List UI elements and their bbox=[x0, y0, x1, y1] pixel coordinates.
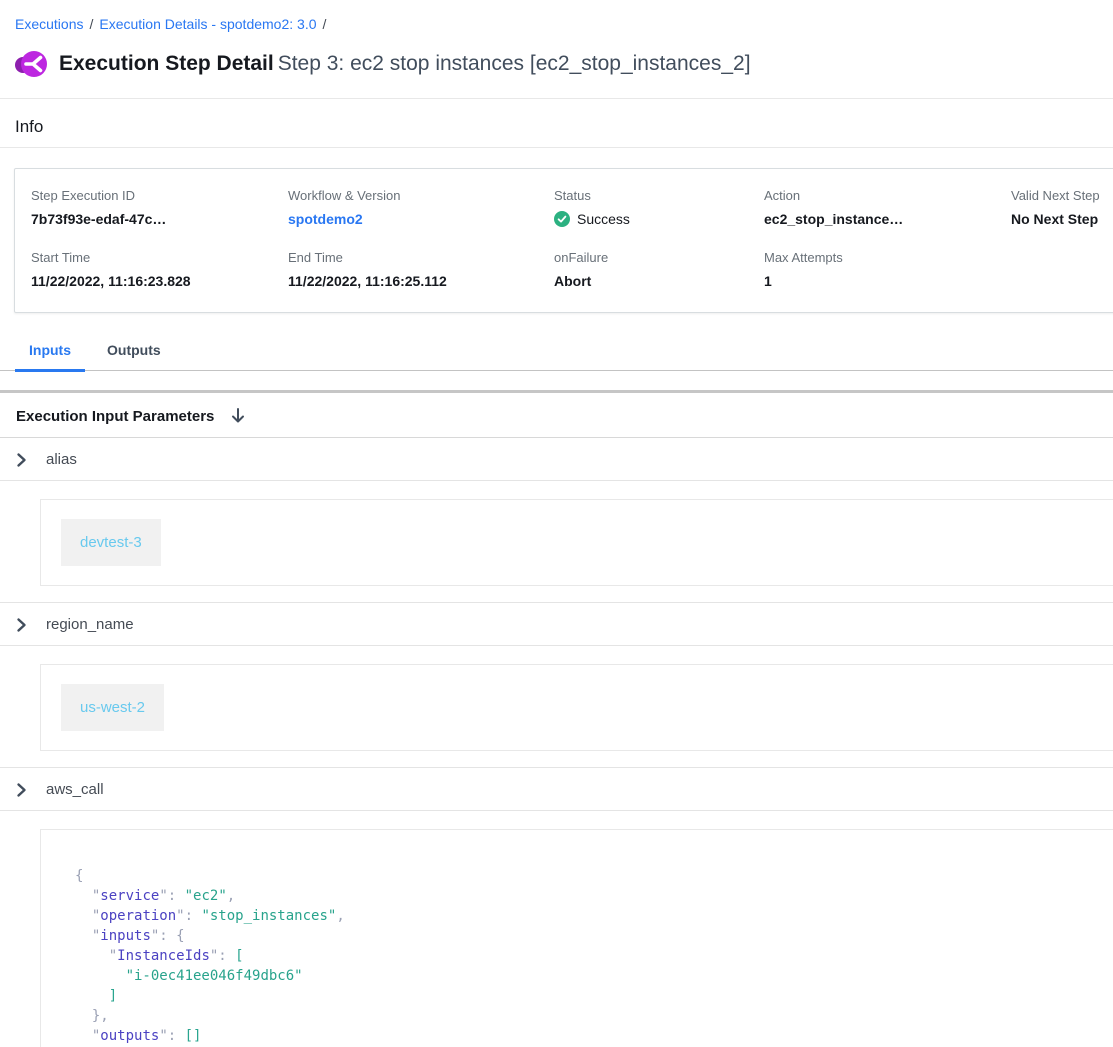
field-label: Step Execution ID bbox=[31, 188, 288, 203]
info-field-max-attempts: Max Attempts 1 bbox=[764, 250, 1011, 289]
section-label: alias bbox=[46, 451, 77, 468]
success-check-icon bbox=[554, 211, 570, 227]
field-value: ec2_stop_instance… bbox=[764, 211, 1011, 227]
page-header: Execution Step DetailStep 3: ec2 stop in… bbox=[14, 47, 1113, 81]
info-field-status: Status Success bbox=[554, 188, 764, 229]
value-chip: devtest-3 bbox=[61, 519, 161, 566]
field-label: End Time bbox=[288, 250, 554, 265]
workflow-app-logo-icon bbox=[14, 47, 48, 81]
info-field-valid-next-step: Valid Next Step No Next Step bbox=[1011, 188, 1113, 229]
breadcrumb: Executions / Execution Details - spotdemo2… bbox=[0, 0, 1113, 32]
field-value: No Next Step bbox=[1011, 211, 1113, 227]
field-value: Abort bbox=[554, 273, 764, 289]
breadcrumb-link-execution-details[interactable]: Execution Details - spotdemo2: 3.0 bbox=[99, 16, 316, 32]
field-label: Start Time bbox=[31, 250, 288, 265]
header-divider bbox=[0, 98, 1113, 99]
info-field-start-time: Start Time 11/22/2022, 11:16:23.828 bbox=[31, 250, 288, 289]
section-label: region_name bbox=[46, 616, 134, 633]
section-label: aws_call bbox=[46, 781, 104, 798]
collapse-down-arrow-icon[interactable] bbox=[230, 407, 246, 425]
status-text: Success bbox=[577, 211, 630, 227]
tab-inputs[interactable]: Inputs bbox=[15, 342, 85, 372]
section-region-name: region_name us-west-2 bbox=[0, 602, 1113, 751]
info-section: Info Step Execution ID 7b73f93e-edaf-47c… bbox=[0, 117, 1113, 313]
value-chip: us-west-2 bbox=[61, 684, 164, 731]
workflow-link[interactable]: spotdemo2 bbox=[288, 211, 363, 227]
field-value: 11/22/2022, 11:16:23.828 bbox=[31, 273, 288, 289]
breadcrumb-link-executions[interactable]: Executions bbox=[15, 16, 83, 32]
section-alias: alias devtest-3 bbox=[0, 438, 1113, 586]
field-label: Max Attempts bbox=[764, 250, 1011, 265]
info-field-end-time: End Time 11/22/2022, 11:16:25.112 bbox=[288, 250, 554, 289]
chevron-right-icon bbox=[16, 452, 27, 468]
info-field-empty bbox=[1011, 250, 1113, 289]
field-value: 11/22/2022, 11:16:25.112 bbox=[288, 273, 554, 289]
section-card-region-name: us-west-2 bbox=[40, 664, 1113, 751]
tab-bar: Inputs Outputs bbox=[0, 342, 1113, 371]
section-aws-call: aws_call { "service": "ec2", "operation"… bbox=[0, 767, 1113, 1047]
section-card-aws-call: { "service": "ec2", "operation": "stop_i… bbox=[40, 829, 1113, 1047]
field-label: onFailure bbox=[554, 250, 764, 265]
execution-input-parameters-header: Execution Input Parameters bbox=[0, 393, 1113, 438]
section-header-alias[interactable]: alias bbox=[0, 438, 1113, 481]
execution-step-detail-page: Executions / Execution Details - spotdemo2… bbox=[0, 0, 1113, 1047]
json-code: { "service": "ec2", "operation": "stop_i… bbox=[75, 866, 1113, 1047]
page-title-subtitle: Step 3: ec2 stop instances [ec2_stop_ins… bbox=[278, 52, 751, 75]
breadcrumb-separator: / bbox=[89, 16, 93, 32]
section-header-aws-call[interactable]: aws_call bbox=[0, 767, 1113, 811]
info-field-step-execution-id: Step Execution ID 7b73f93e-edaf-47c… bbox=[31, 188, 288, 229]
info-field-onfailure: onFailure Abort bbox=[554, 250, 764, 289]
section-card-alias: devtest-3 bbox=[40, 499, 1113, 586]
info-card: Step Execution ID 7b73f93e-edaf-47c… Wor… bbox=[14, 168, 1113, 313]
execution-input-parameters-label: Execution Input Parameters bbox=[16, 408, 214, 425]
tab-outputs[interactable]: Outputs bbox=[93, 342, 175, 370]
page-title: Execution Step DetailStep 3: ec2 stop in… bbox=[59, 52, 751, 76]
field-label: Workflow & Version bbox=[288, 188, 554, 203]
field-value: 1 bbox=[764, 273, 1011, 289]
page-title-main: Execution Step Detail bbox=[59, 52, 274, 75]
info-field-workflow-version: Workflow & Version spotdemo2 bbox=[288, 188, 554, 229]
info-heading: Info bbox=[15, 117, 1113, 137]
breadcrumb-separator: / bbox=[323, 16, 327, 32]
info-heading-divider bbox=[0, 147, 1113, 148]
field-label: Action bbox=[764, 188, 1011, 203]
status-value: Success bbox=[554, 211, 764, 227]
field-label: Status bbox=[554, 188, 764, 203]
info-field-action: Action ec2_stop_instance… bbox=[764, 188, 1011, 229]
chevron-right-icon bbox=[16, 782, 27, 798]
section-header-region-name[interactable]: region_name bbox=[0, 602, 1113, 646]
field-label: Valid Next Step bbox=[1011, 188, 1113, 203]
field-value: 7b73f93e-edaf-47c… bbox=[31, 211, 288, 227]
chevron-right-icon bbox=[16, 617, 27, 633]
